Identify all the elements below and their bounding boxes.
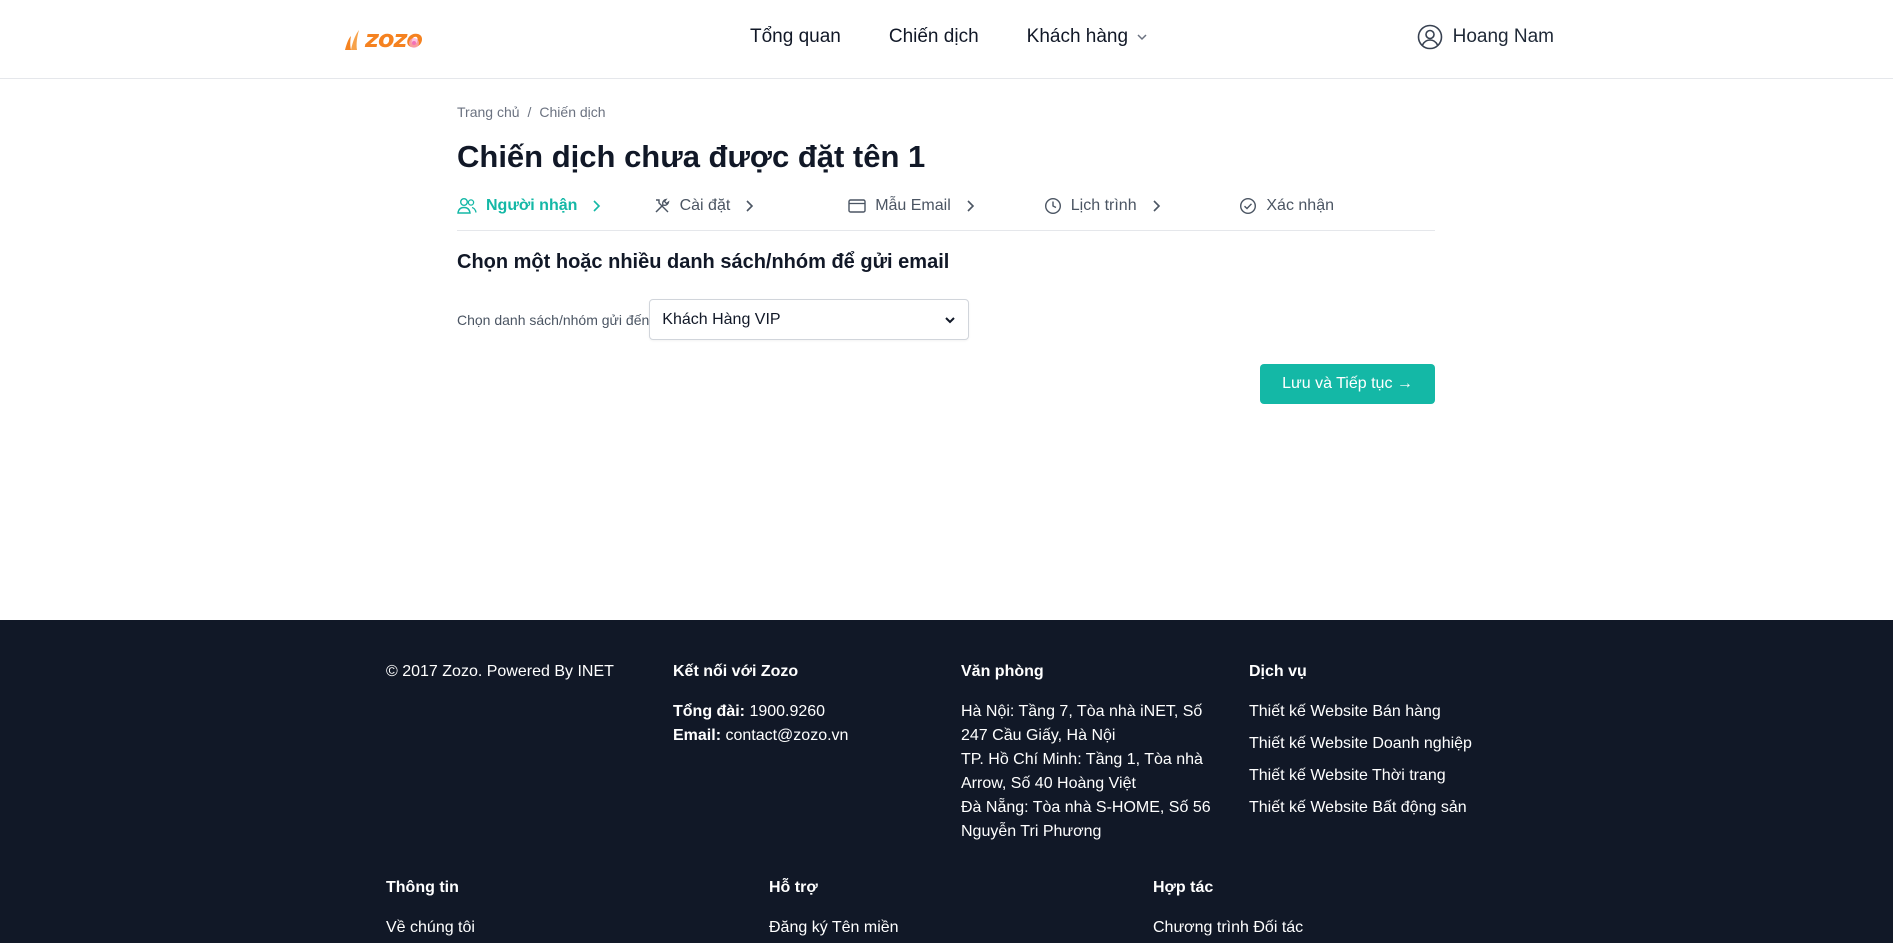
chevron-right-icon	[746, 200, 754, 212]
logo-leaf-icon	[343, 26, 365, 52]
browser-window-icon	[848, 199, 866, 213]
footer: © 2017 Zozo. Powered By INET Kết nối với…	[0, 620, 1893, 943]
save-continue-button[interactable]: Lưu và Tiếp tục →	[1260, 364, 1435, 404]
footer-email: Email: contact@zozo.vn	[673, 727, 849, 744]
nav-customers[interactable]: Khách hàng	[1027, 26, 1148, 48]
page-title: Chiến dịch chưa được đặt tên 1	[457, 139, 926, 174]
footer-office-title: Văn phòng	[961, 663, 1044, 680]
clock-icon	[1044, 197, 1061, 215]
footer-support-title: Hỗ trợ	[769, 879, 818, 896]
footer-support-col: Hỗ trợ Đăng ký Tên miền	[769, 876, 899, 948]
chevron-right-icon	[967, 200, 974, 212]
breadcrumb-home[interactable]: Trang chủ	[457, 104, 520, 120]
step-settings[interactable]: Cài đặt	[653, 195, 849, 217]
footer-copyright: © 2017 Zozo. Powered By INET	[386, 663, 614, 680]
office-line: 247 Cầu Giấy, Hà Nội	[961, 727, 1116, 744]
wizard-steps: Người nhận Cài đặt Mẫu Email Lịch trình …	[457, 195, 1435, 231]
list-select-label: Chọn danh sách/nhóm gửi đến	[457, 311, 650, 328]
footer-link[interactable]: Thiết kế Website Doanh nghiệp	[1249, 732, 1472, 756]
footer-office-col: Văn phòng Hà Nội: Tầng 7, Tòa nhà iNET, …	[961, 660, 1221, 844]
chevron-down-icon	[945, 316, 955, 323]
footer-link[interactable]: Đăng ký Tên miền	[769, 916, 899, 940]
breadcrumb-current[interactable]: Chiến dịch	[539, 104, 605, 120]
step-confirm[interactable]: Xác nhận	[1239, 195, 1435, 217]
footer-link[interactable]: Thiết kế Website Bán hàng	[1249, 700, 1472, 724]
footer-hotline: Tổng đài: 1900.9260	[673, 703, 826, 720]
footer-connect-title: Kết nối với Zozo	[673, 663, 799, 680]
breadcrumb-separator: /	[527, 104, 532, 120]
chevron-right-icon	[1153, 200, 1160, 212]
office-line: Đà Nẵng: Tòa nhà S-HOME, Số 56	[961, 799, 1211, 816]
list-select-value: Khách Hàng VIP	[662, 310, 781, 328]
chevron-down-icon	[1137, 34, 1147, 41]
users-icon	[457, 198, 477, 214]
footer-link[interactable]: Chương trình Đối tác	[1153, 916, 1303, 940]
footer-services-col: Dịch vụ Thiết kế Website Bán hàng Thiết …	[1249, 660, 1472, 828]
footer-link[interactable]: Thiết kế Website Thời trang	[1249, 764, 1472, 788]
footer-info-col: Thông tin Về chúng tôi	[386, 876, 475, 948]
tools-icon	[655, 198, 670, 213]
nav-campaigns[interactable]: Chiến dịch	[889, 26, 979, 48]
main-nav: Tổng quan Chiến dịch Khách hàng	[750, 26, 1148, 48]
footer-info-title: Thông tin	[386, 879, 459, 896]
logo-flower-icon	[408, 38, 419, 48]
zozo-logo[interactable]: zozo	[343, 22, 423, 56]
office-line: TP. Hồ Chí Minh: Tầng 1, Tòa nhà	[961, 751, 1203, 768]
user-circle-icon	[1417, 24, 1442, 50]
footer-copyright-col: © 2017 Zozo. Powered By INET	[386, 660, 614, 684]
list-select[interactable]: Khách Hàng VIP	[649, 299, 970, 340]
list-select-row: Chọn danh sách/nhóm gửi đến Khách Hàng V…	[457, 299, 970, 340]
top-navbar: zozo Tổng quan Chiến dịch Khách hàng Hoa…	[0, 0, 1893, 79]
footer-partner-col: Hợp tác Chương trình Đối tác	[1153, 876, 1303, 948]
footer-partner-title: Hợp tác	[1153, 879, 1214, 896]
chevron-right-icon	[593, 200, 601, 212]
step-schedule[interactable]: Lịch trình	[1044, 195, 1240, 217]
step-recipients[interactable]: Người nhận	[457, 195, 653, 217]
user-menu[interactable]: Hoang Nam	[1417, 24, 1554, 50]
footer-services-title: Dịch vụ	[1249, 663, 1307, 680]
office-line: Arrow, Số 40 Hoàng Việt	[961, 775, 1136, 792]
nav-overview[interactable]: Tổng quan	[750, 26, 841, 48]
office-line: Nguyễn Tri Phương	[961, 823, 1102, 840]
office-line: Hà Nội: Tầng 7, Tòa nhà iNET, Số	[961, 703, 1203, 720]
footer-link[interactable]: Về chúng tôi	[386, 916, 475, 940]
step-email-template[interactable]: Mẫu Email	[848, 195, 1044, 217]
check-circle-icon	[1240, 197, 1257, 215]
user-name: Hoang Nam	[1452, 26, 1554, 47]
footer-connect-col: Kết nối với Zozo Tổng đài: 1900.9260 Ema…	[673, 660, 848, 748]
footer-link[interactable]: Thiết kế Website Bất động sản	[1249, 796, 1472, 820]
section-title: Chọn một hoặc nhiều danh sách/nhóm để gử…	[457, 251, 950, 273]
breadcrumb: Trang chủ / Chiến dịch	[457, 104, 606, 120]
